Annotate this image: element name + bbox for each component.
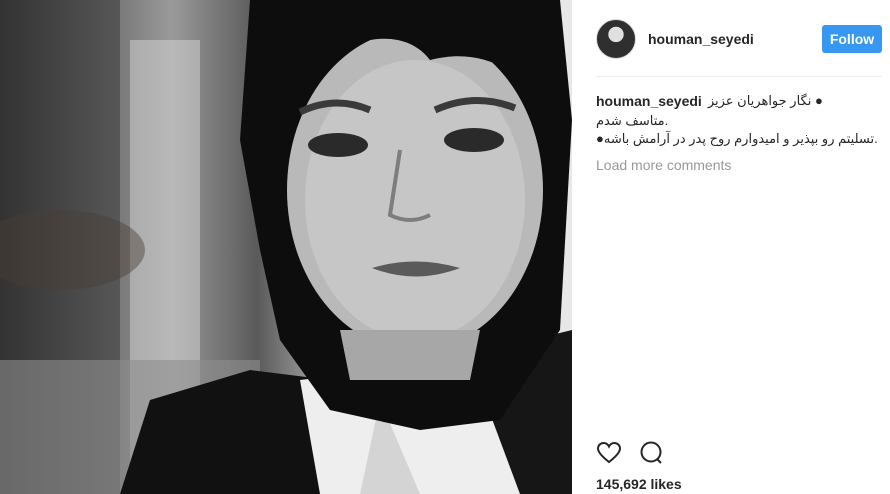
- likes-count[interactable]: 145,692 likes: [596, 476, 682, 492]
- follow-button[interactable]: Follow: [822, 25, 882, 53]
- header-username[interactable]: houman_seyedi: [648, 31, 754, 47]
- header-divider: [596, 76, 882, 77]
- caption-first-line: houman_seyedi ● نگار جواهریان عزیز: [596, 92, 882, 110]
- post-sidebar: houman_seyedi Follow houman_seyedi ● نگا…: [572, 0, 890, 494]
- portrait-illustration: [0, 0, 572, 494]
- load-more-comments[interactable]: Load more comments: [596, 156, 882, 174]
- post-actions: [596, 440, 680, 466]
- caption-username[interactable]: houman_seyedi: [596, 92, 702, 110]
- caption-text-line1: ● نگار جواهریان عزیز: [707, 93, 823, 108]
- comments-section: houman_seyedi ● نگار جواهریان عزیز .متاس…: [596, 92, 882, 174]
- caption-text-line3: .تسلیتم رو بپذیر و امیدوارم روح پدر در آ…: [596, 131, 878, 146]
- caption-body: .متاسف شدم .تسلیتم رو بپذیر و امیدوارم ر…: [596, 112, 882, 148]
- heart-icon[interactable]: [596, 440, 622, 466]
- avatar[interactable]: [596, 19, 636, 59]
- caption-text-line2: .متاسف شدم: [596, 113, 669, 128]
- comment-icon[interactable]: [638, 440, 664, 466]
- post-header: houman_seyedi Follow: [596, 16, 882, 62]
- post-photo[interactable]: [0, 0, 572, 494]
